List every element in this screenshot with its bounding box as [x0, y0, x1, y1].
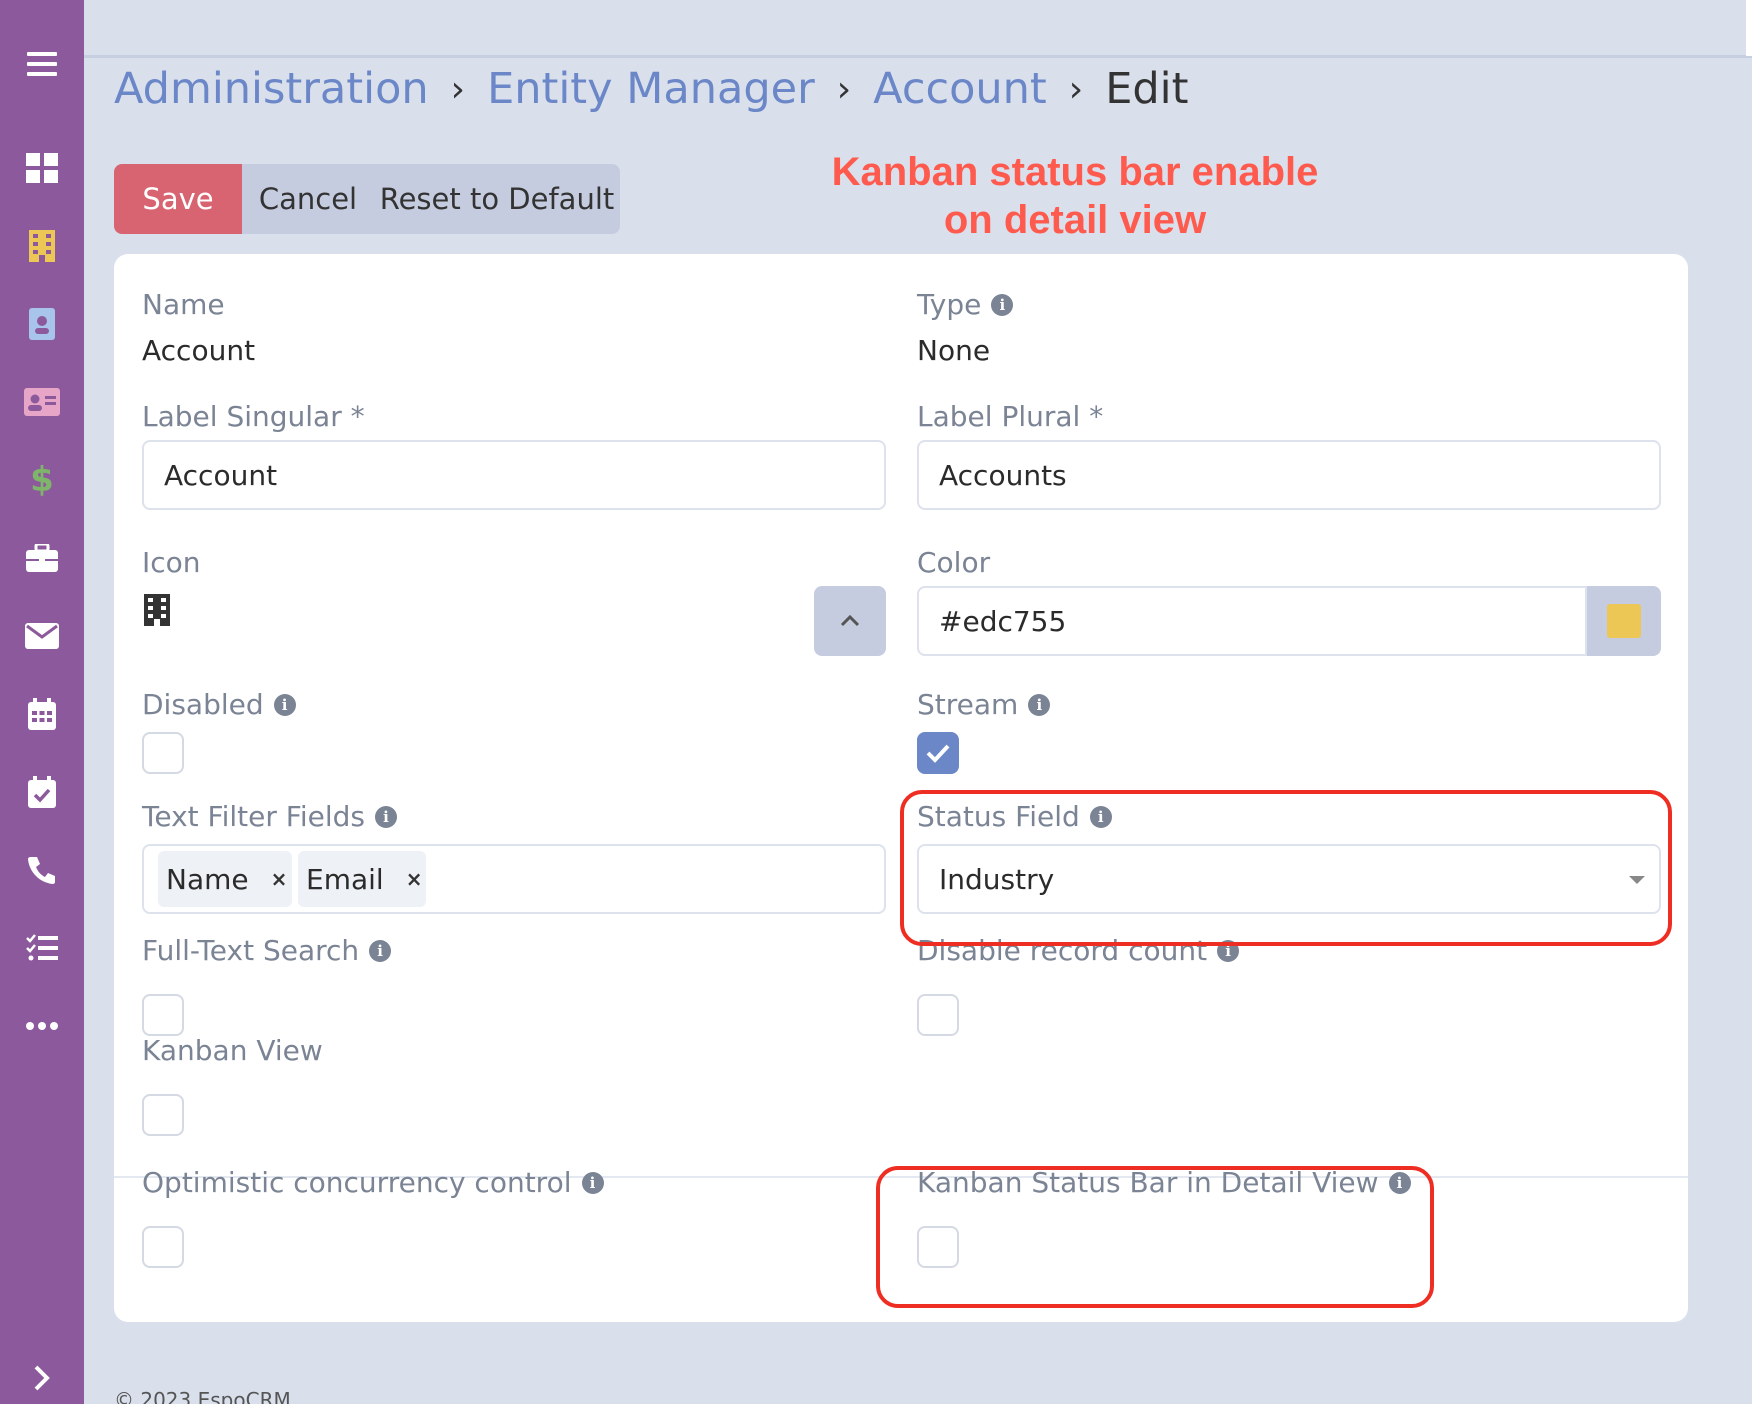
briefcase-icon[interactable]: [0, 530, 84, 586]
info-icon[interactable]: i: [273, 693, 296, 716]
type-label: Type i: [917, 288, 1014, 321]
type-value: None: [917, 334, 991, 367]
info-icon[interactable]: i: [581, 1171, 604, 1194]
name-value: Account: [142, 334, 256, 367]
highlight-status-field: [900, 790, 1672, 946]
cancel-button[interactable]: Cancel: [242, 164, 374, 234]
menu-icon[interactable]: [0, 36, 84, 92]
building-icon[interactable]: [0, 218, 84, 274]
checkmark-icon: [926, 744, 950, 763]
kanban-view-checkbox[interactable]: [142, 1094, 184, 1136]
label-plural-label: Label Plural *: [917, 400, 1104, 433]
disable-record-count-checkbox[interactable]: [917, 994, 959, 1036]
annotation-text: Kanban status bar enable on detail view: [790, 148, 1360, 244]
breadcrumb-separator: ›: [836, 68, 852, 110]
top-navbar: [84, 0, 1752, 58]
stream-checkbox[interactable]: [917, 732, 959, 774]
info-icon[interactable]: i: [375, 805, 397, 828]
more-icon[interactable]: [0, 998, 84, 1054]
full-text-search-checkbox[interactable]: [142, 994, 184, 1036]
annotation-line-1: Kanban status bar enable: [831, 150, 1319, 194]
remove-tag-icon[interactable]: ×: [271, 867, 288, 891]
icon-picker-button[interactable]: [814, 586, 886, 656]
action-buttons: Save Cancel Reset to Default: [114, 164, 620, 234]
breadcrumb-current: Edit: [1105, 64, 1189, 114]
tasks-icon[interactable]: [0, 920, 84, 976]
breadcrumb-separator: ›: [1068, 68, 1084, 110]
color-input[interactable]: #edc755: [917, 586, 1587, 656]
calendar-check-icon[interactable]: [0, 764, 84, 820]
dashboard-icon[interactable]: [0, 140, 84, 196]
tag-label: Email: [306, 862, 384, 896]
full-text-search-label: Full-Text Search i: [142, 934, 392, 967]
dollar-icon[interactable]: $: [0, 452, 84, 508]
remove-tag-icon[interactable]: ×: [406, 867, 423, 891]
entity-edit-form: Name Account Type i None Label Singular *…: [114, 254, 1688, 1322]
disabled-label: Disabled i: [142, 688, 296, 721]
breadcrumb-entity-manager[interactable]: Entity Manager: [487, 64, 815, 114]
phone-icon[interactable]: [0, 842, 84, 898]
tag-name: Name ×: [158, 851, 292, 907]
navbar-edge: [1746, 0, 1752, 56]
optimistic-concurrency-label: Optimistic concurrency control i: [142, 1166, 604, 1199]
footer-copyright: © 2023 EspoCRM: [114, 1388, 291, 1404]
disabled-checkbox[interactable]: [142, 732, 184, 774]
info-icon[interactable]: i: [369, 939, 392, 962]
contact-icon[interactable]: [0, 296, 84, 352]
envelope-icon[interactable]: [0, 608, 84, 664]
calendar-icon[interactable]: [0, 686, 84, 742]
color-swatch: [1607, 604, 1641, 638]
label-singular-label: Label Singular *: [142, 400, 365, 433]
color-picker-button[interactable]: [1587, 586, 1661, 656]
color-label: Color: [917, 546, 991, 579]
breadcrumb: Administration › Entity Manager › Accoun…: [114, 58, 1188, 120]
tag-label: Name: [166, 862, 249, 896]
breadcrumb-account[interactable]: Account: [873, 64, 1047, 114]
breadcrumb-separator: ›: [450, 68, 466, 110]
highlight-kanban-status-bar: [876, 1166, 1434, 1308]
info-icon[interactable]: i: [991, 293, 1014, 316]
info-icon[interactable]: i: [1028, 693, 1051, 716]
label-singular-input[interactable]: Account: [142, 440, 886, 510]
annotation-line-2: on detail view: [943, 198, 1207, 242]
breadcrumb-administration[interactable]: Administration: [114, 64, 429, 114]
building-icon: [144, 594, 170, 630]
sidebar: $: [0, 0, 84, 1404]
id-card-icon[interactable]: [0, 374, 84, 430]
name-label: Name: [142, 288, 225, 321]
save-button[interactable]: Save: [114, 164, 242, 234]
reset-to-default-button[interactable]: Reset to Default: [374, 164, 620, 234]
kanban-view-label: Kanban View: [142, 1034, 323, 1067]
expand-icon[interactable]: [0, 1364, 84, 1404]
tag-email: Email ×: [298, 851, 426, 907]
icon-label: Icon: [142, 546, 201, 579]
label-plural-input[interactable]: Accounts: [917, 440, 1661, 510]
text-filter-fields-label: Text Filter Fields i: [142, 800, 397, 833]
optimistic-concurrency-checkbox[interactable]: [142, 1226, 184, 1268]
stream-label: Stream i: [917, 688, 1051, 721]
chevron-up-icon: [840, 615, 860, 627]
